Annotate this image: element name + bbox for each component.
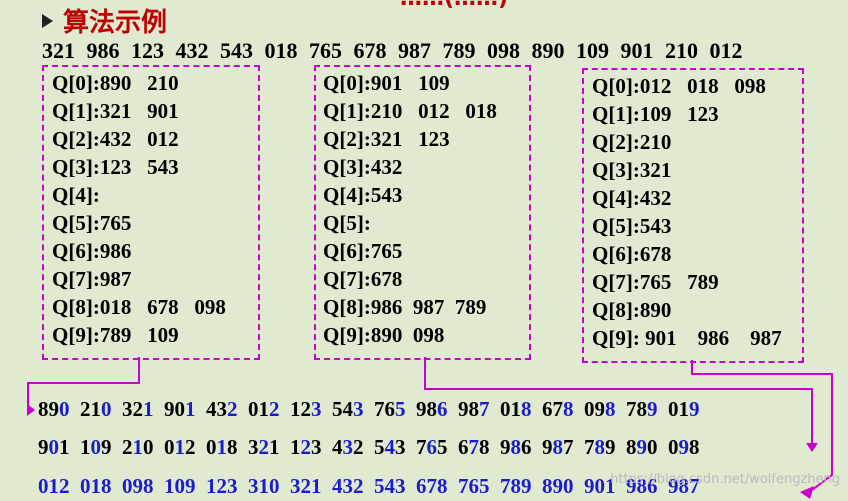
- pass3-number: 310: [248, 474, 280, 498]
- pass1-number: 098: [584, 397, 616, 421]
- pass3-number: 098: [122, 474, 154, 498]
- pass2-number: 901: [38, 435, 70, 459]
- pass1-number: 901: [164, 397, 196, 421]
- connector-lines: [27, 357, 833, 499]
- pass1-number: 678: [542, 397, 574, 421]
- output-pass1: 890 210 321 901 432 012 123 543 765 986 …: [38, 397, 700, 422]
- pass2-number: 678: [458, 435, 490, 459]
- pass2-number: 987: [542, 435, 574, 459]
- arrowhead-pass3-icon: [800, 486, 814, 499]
- pass1-number: 019: [668, 397, 700, 421]
- pass1-number: 321: [122, 397, 154, 421]
- pass3-number: 018: [80, 474, 112, 498]
- pass2-number: 789: [584, 435, 616, 459]
- pass1-number: 765: [374, 397, 406, 421]
- pass1-number: 210: [80, 397, 112, 421]
- pass1-number: 012: [248, 397, 280, 421]
- pass3-number: 432: [332, 474, 364, 498]
- pass2-number: 109: [80, 435, 112, 459]
- pass1-number: 789: [626, 397, 658, 421]
- watermark: https://blog.csdn.net/wolfengzheng: [610, 472, 840, 487]
- pass2-number: 018: [206, 435, 238, 459]
- pass1-number: 123: [290, 397, 322, 421]
- pass1-number: 018: [500, 397, 532, 421]
- pass2-number: 321: [248, 435, 280, 459]
- arrowhead-pass2-icon: [806, 443, 818, 452]
- pass2-number: 123: [290, 435, 322, 459]
- pass3-number: 012: [38, 474, 70, 498]
- pass3-number: 765: [458, 474, 490, 498]
- arrowhead-pass1-icon: [27, 404, 35, 416]
- pass3-number: 678: [416, 474, 448, 498]
- pass3-number: 890: [542, 474, 574, 498]
- pass2-number: 098: [668, 435, 700, 459]
- pass2-number: 986: [500, 435, 532, 459]
- pass3-number: 109: [164, 474, 196, 498]
- pass2-number: 765: [416, 435, 448, 459]
- pass2-number: 012: [164, 435, 196, 459]
- pass1-number: 543: [332, 397, 364, 421]
- pass3-number: 543: [374, 474, 406, 498]
- output-pass2: 901 109 210 012 018 321 123 432 543 765 …: [38, 435, 700, 460]
- pass1-number: 432: [206, 397, 238, 421]
- pass2-number: 210: [122, 435, 154, 459]
- pass2-number: 890: [626, 435, 658, 459]
- pass3-number: 321: [290, 474, 322, 498]
- pass3-number: 789: [500, 474, 532, 498]
- pass2-number: 432: [332, 435, 364, 459]
- pass2-number: 543: [374, 435, 406, 459]
- pass1-number: 986: [416, 397, 448, 421]
- pass3-number: 123: [206, 474, 238, 498]
- pass1-number: 890: [38, 397, 70, 421]
- output-pass3: 012 018 098 109 123 310 321 432 543 678 …: [38, 474, 700, 499]
- pass1-number: 987: [458, 397, 490, 421]
